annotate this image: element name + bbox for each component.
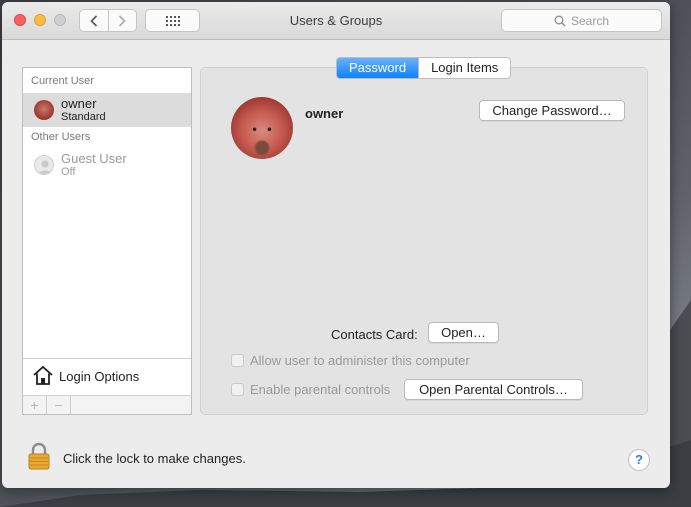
back-button[interactable] (80, 10, 108, 31)
user-name: Guest User (61, 151, 127, 166)
tab-login-items[interactable]: Login Items (418, 58, 510, 78)
login-options-label: Login Options (59, 369, 140, 384)
search-field[interactable]: Search (501, 9, 662, 32)
forward-button[interactable] (107, 10, 137, 31)
navigation-buttons (79, 9, 137, 32)
guest-avatar-icon (34, 155, 54, 175)
close-window-button[interactable] (14, 14, 26, 26)
users-groups-window: Users & Groups Search Current User owner… (2, 2, 670, 488)
search-placeholder: Search (570, 13, 610, 28)
parental-controls-checkbox[interactable] (231, 383, 244, 396)
allow-admin-option[interactable]: Allow user to administer this computer (231, 353, 470, 368)
title-bar: Users & Groups Search (2, 2, 670, 40)
remove-user-button[interactable]: − (47, 396, 71, 414)
current-user-heading: Current User (31, 75, 94, 87)
user-list-actions: + − (22, 395, 192, 415)
login-options-item[interactable]: Login Options (23, 358, 191, 394)
chevron-left-icon (90, 14, 97, 27)
chevron-right-icon (119, 14, 126, 27)
lock-icon[interactable] (28, 442, 50, 470)
search-icon (554, 15, 566, 26)
grid-icon (165, 15, 180, 26)
owner-avatar (34, 100, 54, 120)
parental-controls-option[interactable]: Enable parental controls (231, 382, 390, 397)
parental-controls-label: Enable parental controls (250, 382, 391, 397)
allow-admin-label: Allow user to administer this computer (250, 353, 470, 368)
tab-password[interactable]: Password (337, 58, 419, 78)
user-row-guest[interactable]: Guest User Off (23, 148, 191, 182)
house-icon (33, 365, 53, 385)
tab-bar: Password Login Items (336, 57, 512, 79)
add-user-button[interactable]: + (23, 396, 47, 414)
zoom-window-button[interactable] (54, 14, 66, 26)
allow-admin-checkbox[interactable] (231, 354, 244, 367)
user-picture[interactable] (231, 97, 293, 159)
show-all-button[interactable] (145, 9, 200, 32)
minimize-window-button[interactable] (34, 14, 46, 26)
user-row-owner[interactable]: owner Standard (23, 93, 191, 127)
other-users-heading: Other Users (31, 131, 91, 143)
open-contacts-card-button[interactable]: Open… (428, 322, 499, 343)
open-parental-controls-button[interactable]: Open Parental Controls… (404, 379, 583, 400)
help-button[interactable]: ? (628, 449, 650, 471)
change-password-button[interactable]: Change Password… (479, 100, 625, 121)
user-role: Off (61, 166, 76, 178)
users-list: Current User owner Standard Other Users … (22, 67, 192, 415)
user-role: Standard (61, 111, 106, 123)
user-name: owner (61, 96, 97, 111)
lock-instruction: Click the lock to make changes. (63, 451, 246, 466)
user-full-name: owner (305, 106, 344, 121)
contacts-card-label: Contacts Card: (331, 327, 418, 342)
